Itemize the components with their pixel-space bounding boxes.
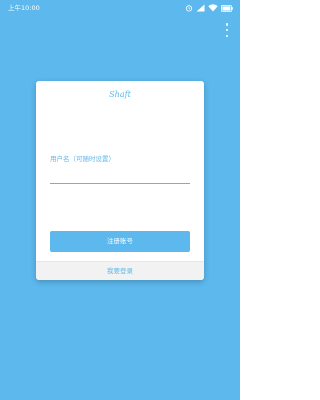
login-link[interactable]: 我要登录 [36, 262, 204, 280]
status-time: 上午10:00 [8, 4, 40, 12]
wifi-icon [208, 4, 218, 12]
more-options-button[interactable] [222, 23, 232, 37]
username-label: 用户名（可随时设置） [50, 155, 115, 163]
username-input[interactable] [50, 167, 190, 184]
battery-icon [221, 4, 233, 12]
alarm-icon [185, 4, 193, 12]
status-bar: 上午10:00 [0, 0, 240, 16]
more-vertical-icon [225, 23, 229, 37]
signal-icon [196, 4, 205, 12]
app-title: Shaft [109, 90, 131, 99]
status-icons [185, 4, 233, 12]
register-button[interactable]: 注册账号 [50, 231, 190, 252]
login-footer: 我要登录 [36, 261, 204, 280]
signup-screen: 上午10:00 Shaft 用户名（可随时设置） 注册账号 我要登录 [0, 0, 240, 400]
signup-card: Shaft 用户名（可随时设置） 注册账号 我要登录 [36, 81, 204, 280]
